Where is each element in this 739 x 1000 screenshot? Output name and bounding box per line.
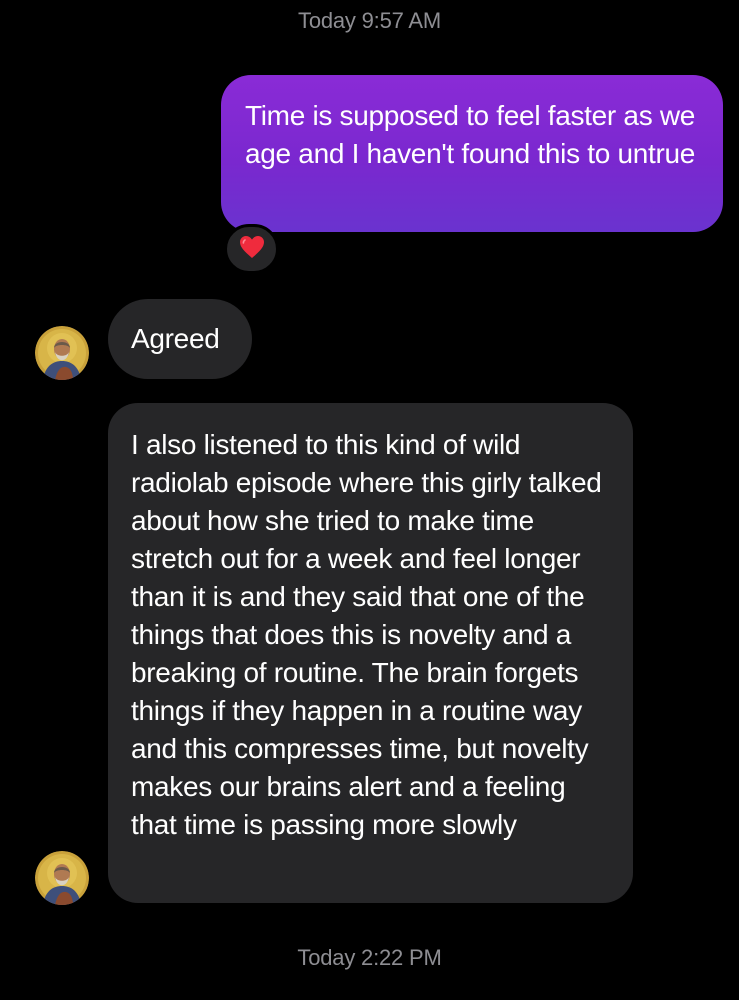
- incoming-message-bubble-long[interactable]: I also listened to this kind of wild rad…: [108, 403, 633, 903]
- incoming-message-text: I also listened to this kind of wild rad…: [131, 429, 602, 840]
- incoming-message-text: Agreed: [131, 323, 220, 354]
- heart-icon: [239, 235, 265, 264]
- heart-reaction-badge[interactable]: [224, 224, 279, 274]
- saint-icon-avatar: [35, 326, 89, 380]
- saint-icon-avatar: [35, 851, 89, 905]
- timestamp-bottom: Today 2:22 PM: [297, 945, 442, 970]
- outgoing-message-bubble[interactable]: Time is supposed to feel faster as we ag…: [221, 75, 723, 232]
- outgoing-message-text: Time is supposed to feel faster as we ag…: [245, 100, 696, 169]
- contact-avatar[interactable]: [35, 851, 89, 905]
- incoming-message-bubble-short[interactable]: Agreed: [108, 299, 252, 379]
- timestamp-top: Today 9:57 AM: [298, 8, 441, 33]
- contact-avatar[interactable]: [35, 326, 89, 380]
